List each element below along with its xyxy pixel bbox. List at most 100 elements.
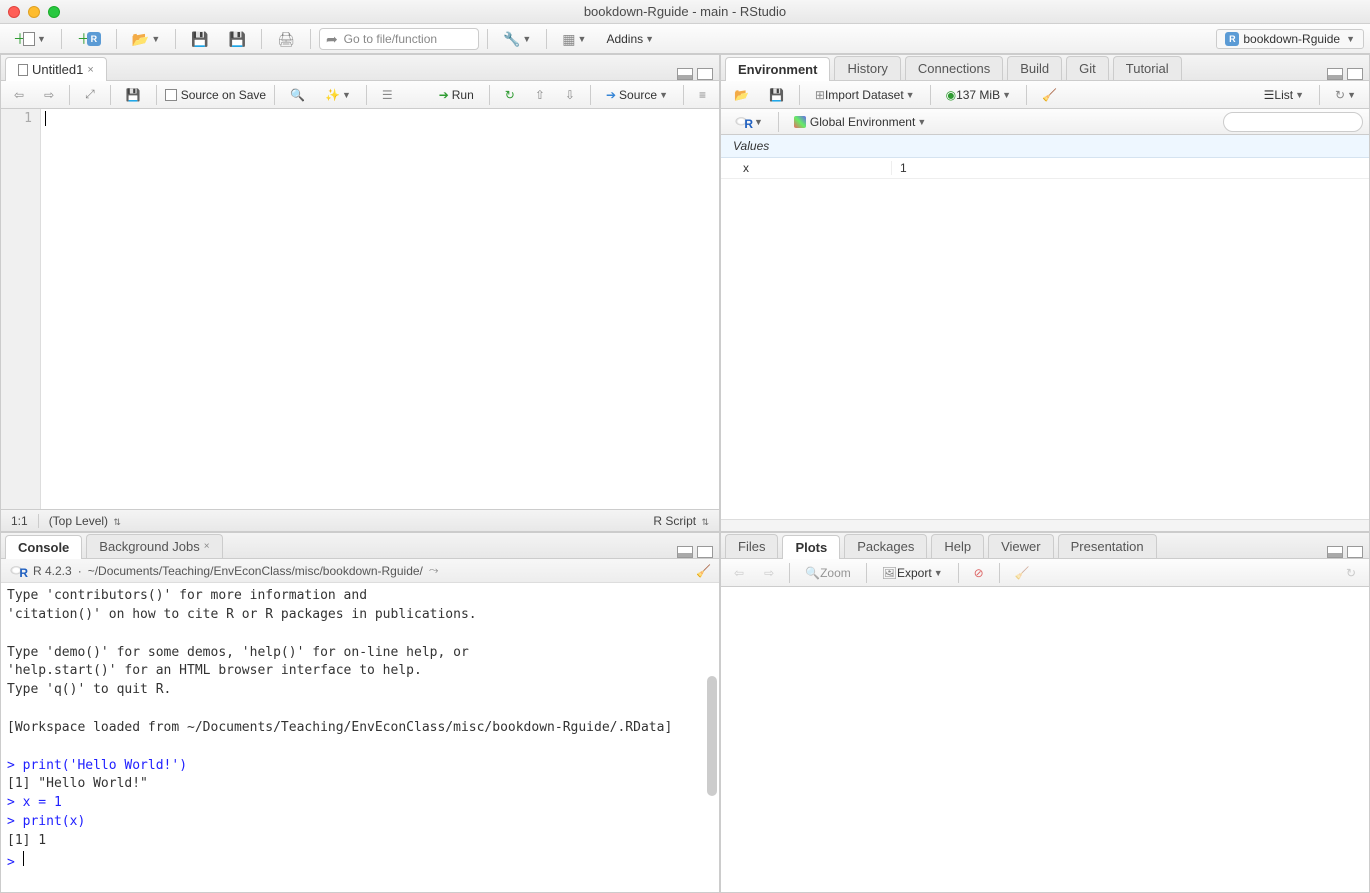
- zoom-button[interactable]: 🔍 Zoom: [798, 562, 858, 584]
- env-toolbar: 📂 💾 ⊞ Import Dataset ▼ ◉ 137 MiB ▼ 🧹 ☰ L…: [721, 81, 1369, 109]
- save-all-button[interactable]: 💾: [222, 28, 253, 50]
- tab-packages[interactable]: Packages: [844, 534, 927, 558]
- up-button[interactable]: ⇧: [528, 84, 552, 106]
- memory-usage[interactable]: ◉ 137 MiB ▼: [939, 84, 1018, 106]
- env-row[interactable]: x 1: [721, 158, 1369, 179]
- minimize-pane-icon[interactable]: [1327, 68, 1343, 80]
- save-file-button[interactable]: 💾: [119, 84, 148, 106]
- tab-history[interactable]: History: [834, 56, 900, 80]
- load-workspace-button[interactable]: 📂: [727, 84, 756, 106]
- source-tabbar: Untitled1 ×: [1, 55, 719, 81]
- show-in-new-button[interactable]: ⤢: [78, 84, 102, 106]
- console-output[interactable]: Type 'contributors()' for more informati…: [1, 583, 719, 892]
- console-scrollbar[interactable]: [707, 676, 717, 796]
- nav-fwd-button[interactable]: ⇨: [37, 84, 61, 106]
- panes-button[interactable]: ▦▼: [555, 28, 593, 50]
- find-button[interactable]: 🔍: [283, 84, 312, 106]
- wand-button[interactable]: ✨▼: [318, 84, 358, 106]
- tab-presentation[interactable]: Presentation: [1058, 534, 1157, 558]
- minimize-pane-icon[interactable]: [677, 68, 693, 80]
- source-tab[interactable]: Untitled1 ×: [5, 57, 107, 81]
- nav-back-button[interactable]: ⇦: [7, 84, 31, 106]
- export-button[interactable]: 🖼 Export ▼: [875, 562, 950, 584]
- separator: [175, 29, 176, 49]
- line-gutter: 1: [1, 109, 41, 509]
- separator: [116, 29, 117, 49]
- refresh-plots-button[interactable]: ↻: [1339, 562, 1363, 584]
- env-filter-input[interactable]: [1223, 112, 1363, 132]
- r-project-icon: R: [1225, 32, 1239, 46]
- tab-console[interactable]: Console: [5, 535, 82, 559]
- view-mode-button[interactable]: ☰ List ▼: [1257, 84, 1311, 106]
- tab-files[interactable]: Files: [725, 534, 778, 558]
- env-values-header: Values: [721, 135, 1369, 158]
- window-title: bookdown-Rguide - main - RStudio: [0, 4, 1370, 19]
- tab-plots[interactable]: Plots: [782, 535, 840, 559]
- tools-button[interactable]: 🔧▼: [496, 28, 538, 50]
- rerun-button[interactable]: ↻: [498, 84, 522, 106]
- r-version: R 4.2.3: [33, 564, 72, 578]
- minimize-pane-icon[interactable]: [1327, 546, 1343, 558]
- maximize-pane-icon[interactable]: [1347, 546, 1363, 558]
- clear-console-button[interactable]: 🧹: [696, 564, 711, 578]
- separator: [546, 29, 547, 49]
- refresh-env-button[interactable]: ↻▼: [1328, 84, 1363, 106]
- outline-toggle-button[interactable]: ≡: [692, 84, 713, 106]
- maximize-pane-icon[interactable]: [697, 546, 713, 558]
- cursor-position: 1:1: [11, 514, 28, 528]
- plot-prev-button[interactable]: ⇦: [727, 562, 751, 584]
- tab-help[interactable]: Help: [931, 534, 984, 558]
- import-dataset-button[interactable]: ⊞ Import Dataset ▼: [808, 84, 922, 106]
- editor-text[interactable]: [41, 109, 719, 509]
- print-button[interactable]: 🖨: [270, 28, 302, 50]
- main-toolbar: ＋▼ ＋R 📂▼ 💾 💾 🖨 ➦Go to file/function 🔧▼ ▦…: [0, 24, 1370, 54]
- env-scrollbar[interactable]: [721, 519, 1369, 531]
- tab-connections[interactable]: Connections: [905, 56, 1003, 80]
- tab-build[interactable]: Build: [1007, 56, 1062, 80]
- clear-workspace-button[interactable]: 🧹: [1035, 84, 1064, 106]
- editor[interactable]: 1: [1, 109, 719, 509]
- close-tab-icon[interactable]: ×: [87, 64, 93, 76]
- save-button[interactable]: 💾: [184, 28, 215, 50]
- maximize-pane-icon[interactable]: [1347, 68, 1363, 80]
- addins-button[interactable]: Addins ▼: [599, 28, 661, 50]
- scope-icon: [794, 116, 806, 128]
- save-workspace-button[interactable]: 💾: [762, 84, 791, 106]
- console-title: R 4.2.3 · ~/Documents/Teaching/EnvEconCl…: [1, 559, 719, 583]
- env-scope-selector[interactable]: Global Environment ▼: [787, 111, 933, 133]
- separator: [261, 29, 262, 49]
- new-file-button[interactable]: ＋▼: [6, 28, 53, 50]
- tab-tutorial[interactable]: Tutorial: [1113, 56, 1182, 80]
- source-button[interactable]: ➔Source▼: [599, 84, 675, 106]
- run-button[interactable]: ➔Run: [432, 84, 481, 106]
- plots-toolbar: ⇦ ⇨ 🔍 Zoom 🖼 Export ▼ ⊘ 🧹 ↻: [721, 559, 1369, 587]
- goto-file-input[interactable]: ➦Go to file/function: [319, 28, 479, 50]
- project-name: bookdown-Rguide: [1243, 32, 1340, 46]
- tab-git[interactable]: Git: [1066, 56, 1109, 80]
- new-project-button[interactable]: ＋R: [70, 28, 108, 50]
- file-type[interactable]: R Script ⇅: [653, 514, 709, 528]
- source-pane: Untitled1 × ⇦ ⇨ ⤢ 💾 Source on Save 🔍 ✨▼ …: [0, 54, 720, 532]
- tab-background-jobs[interactable]: Background Jobs ×: [86, 534, 222, 558]
- tab-viewer[interactable]: Viewer: [988, 534, 1054, 558]
- project-selector[interactable]: R bookdown-Rguide ▼: [1216, 29, 1364, 49]
- source-on-save-checkbox[interactable]: Source on Save: [165, 88, 266, 102]
- plot-next-button[interactable]: ⇨: [757, 562, 781, 584]
- maximize-pane-icon[interactable]: [697, 68, 713, 80]
- remove-plot-button[interactable]: ⊘: [967, 562, 991, 584]
- popout-icon[interactable]: ⤳: [429, 563, 439, 578]
- clear-plots-button[interactable]: 🧹: [1008, 562, 1037, 584]
- outline-button[interactable]: ☰: [375, 84, 400, 106]
- source-toolbar: ⇦ ⇨ ⤢ 💾 Source on Save 🔍 ✨▼ ☰ ➔Run ↻ ⇧ ⇩…: [1, 81, 719, 109]
- source-statusbar: 1:1 (Top Level) ⇅ R Script ⇅: [1, 509, 719, 531]
- working-dir[interactable]: ~/Documents/Teaching/EnvEconClass/misc/b…: [88, 564, 423, 578]
- env-tabbar: Environment History Connections Build Gi…: [721, 55, 1369, 81]
- language-selector[interactable]: ▼: [727, 111, 770, 133]
- down-button[interactable]: ⇩: [558, 84, 582, 106]
- open-file-button[interactable]: 📂▼: [125, 28, 167, 50]
- r-logo-icon: [734, 115, 752, 129]
- console-pane: Console Background Jobs × R 4.2.3 · ~/Do…: [0, 532, 720, 893]
- scope-selector[interactable]: (Top Level) ⇅: [49, 514, 121, 528]
- minimize-pane-icon[interactable]: [677, 546, 693, 558]
- tab-environment[interactable]: Environment: [725, 57, 830, 81]
